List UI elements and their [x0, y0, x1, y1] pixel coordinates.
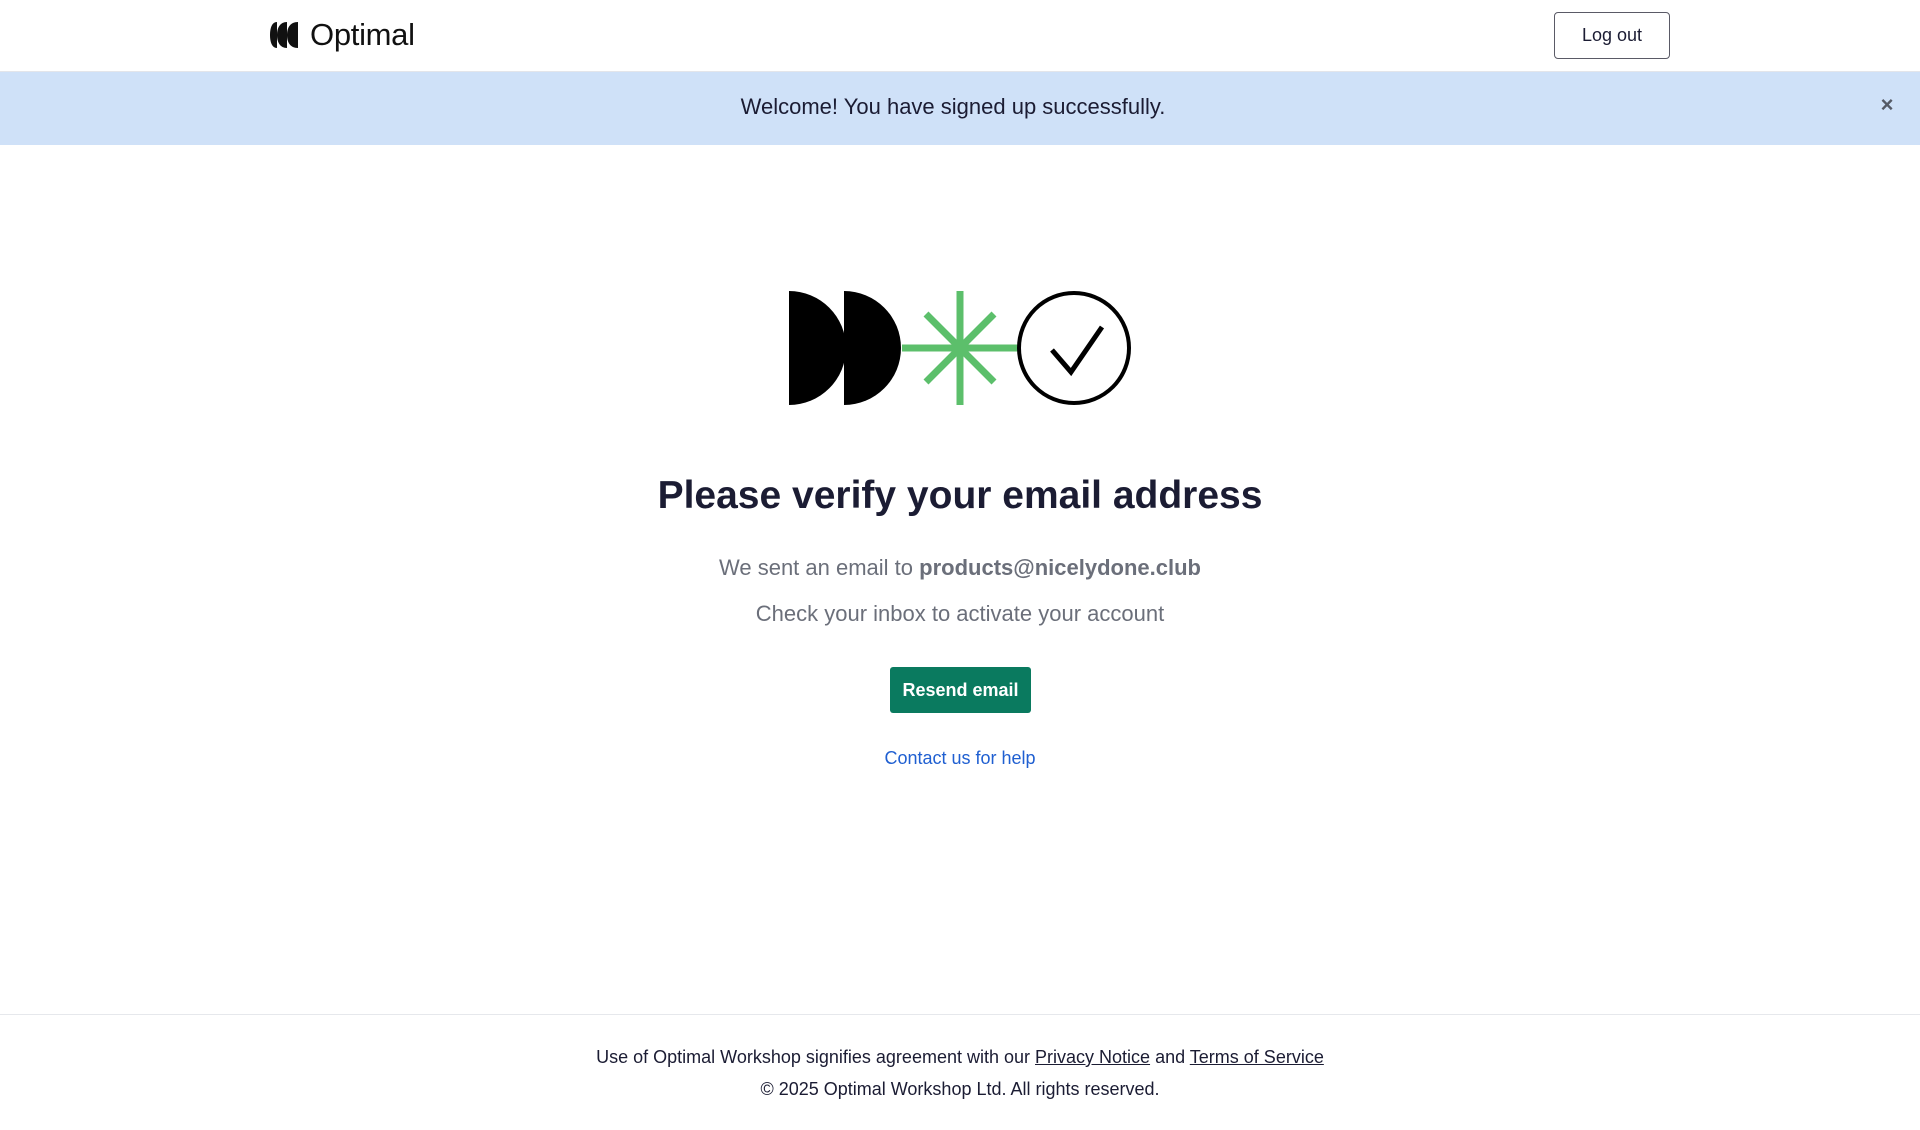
check-circle-icon — [1017, 291, 1131, 405]
optimal-logo[interactable]: Optimal — [268, 16, 415, 54]
success-banner: Welcome! You have signed up successfully… — [0, 72, 1920, 145]
page-title: Please verify your email address — [657, 474, 1263, 517]
footer-agreement: Use of Optimal Workshop signifies agreem… — [0, 1047, 1920, 1068]
contact-help-link[interactable]: Contact us for help — [884, 748, 1035, 768]
email-address: products@nicelydone.club — [919, 555, 1201, 580]
check-inbox-message: Check your inbox to activate your accoun… — [755, 601, 1165, 626]
logout-button[interactable]: Log out — [1554, 12, 1670, 59]
privacy-notice-link[interactable]: Privacy Notice — [1035, 1047, 1150, 1067]
and-text: and — [1155, 1047, 1186, 1067]
half-disc-shape — [789, 291, 846, 405]
page-footer: Use of Optimal Workshop signifies agreem… — [0, 1014, 1920, 1130]
agreement-text: Use of Optimal Workshop signifies agreem… — [596, 1047, 1030, 1067]
brand-name: Optimal — [310, 17, 415, 52]
half-disc-shape — [844, 291, 901, 405]
terms-of-service-link[interactable]: Terms of Service — [1190, 1047, 1324, 1067]
optimal-logo-icon — [270, 22, 298, 48]
asterisk-icon — [902, 291, 1018, 405]
copyright-text: © 2025 Optimal Workshop Ltd. All rights … — [760, 1079, 1160, 1099]
help-link-container: Contact us for help — [0, 748, 1920, 769]
close-icon[interactable]: × — [1874, 92, 1900, 118]
verify-email-illustration — [789, 291, 1131, 405]
sent-prefix: We sent an email to — [719, 555, 914, 580]
banner-message: Welcome! You have signed up successfully… — [740, 94, 1166, 119]
sent-email-message: We sent an email to products@nicelydone.… — [0, 555, 1920, 581]
resend-email-button[interactable]: Resend email — [890, 667, 1031, 713]
top-navigation-bar: Optimal Log out — [0, 0, 1920, 72]
